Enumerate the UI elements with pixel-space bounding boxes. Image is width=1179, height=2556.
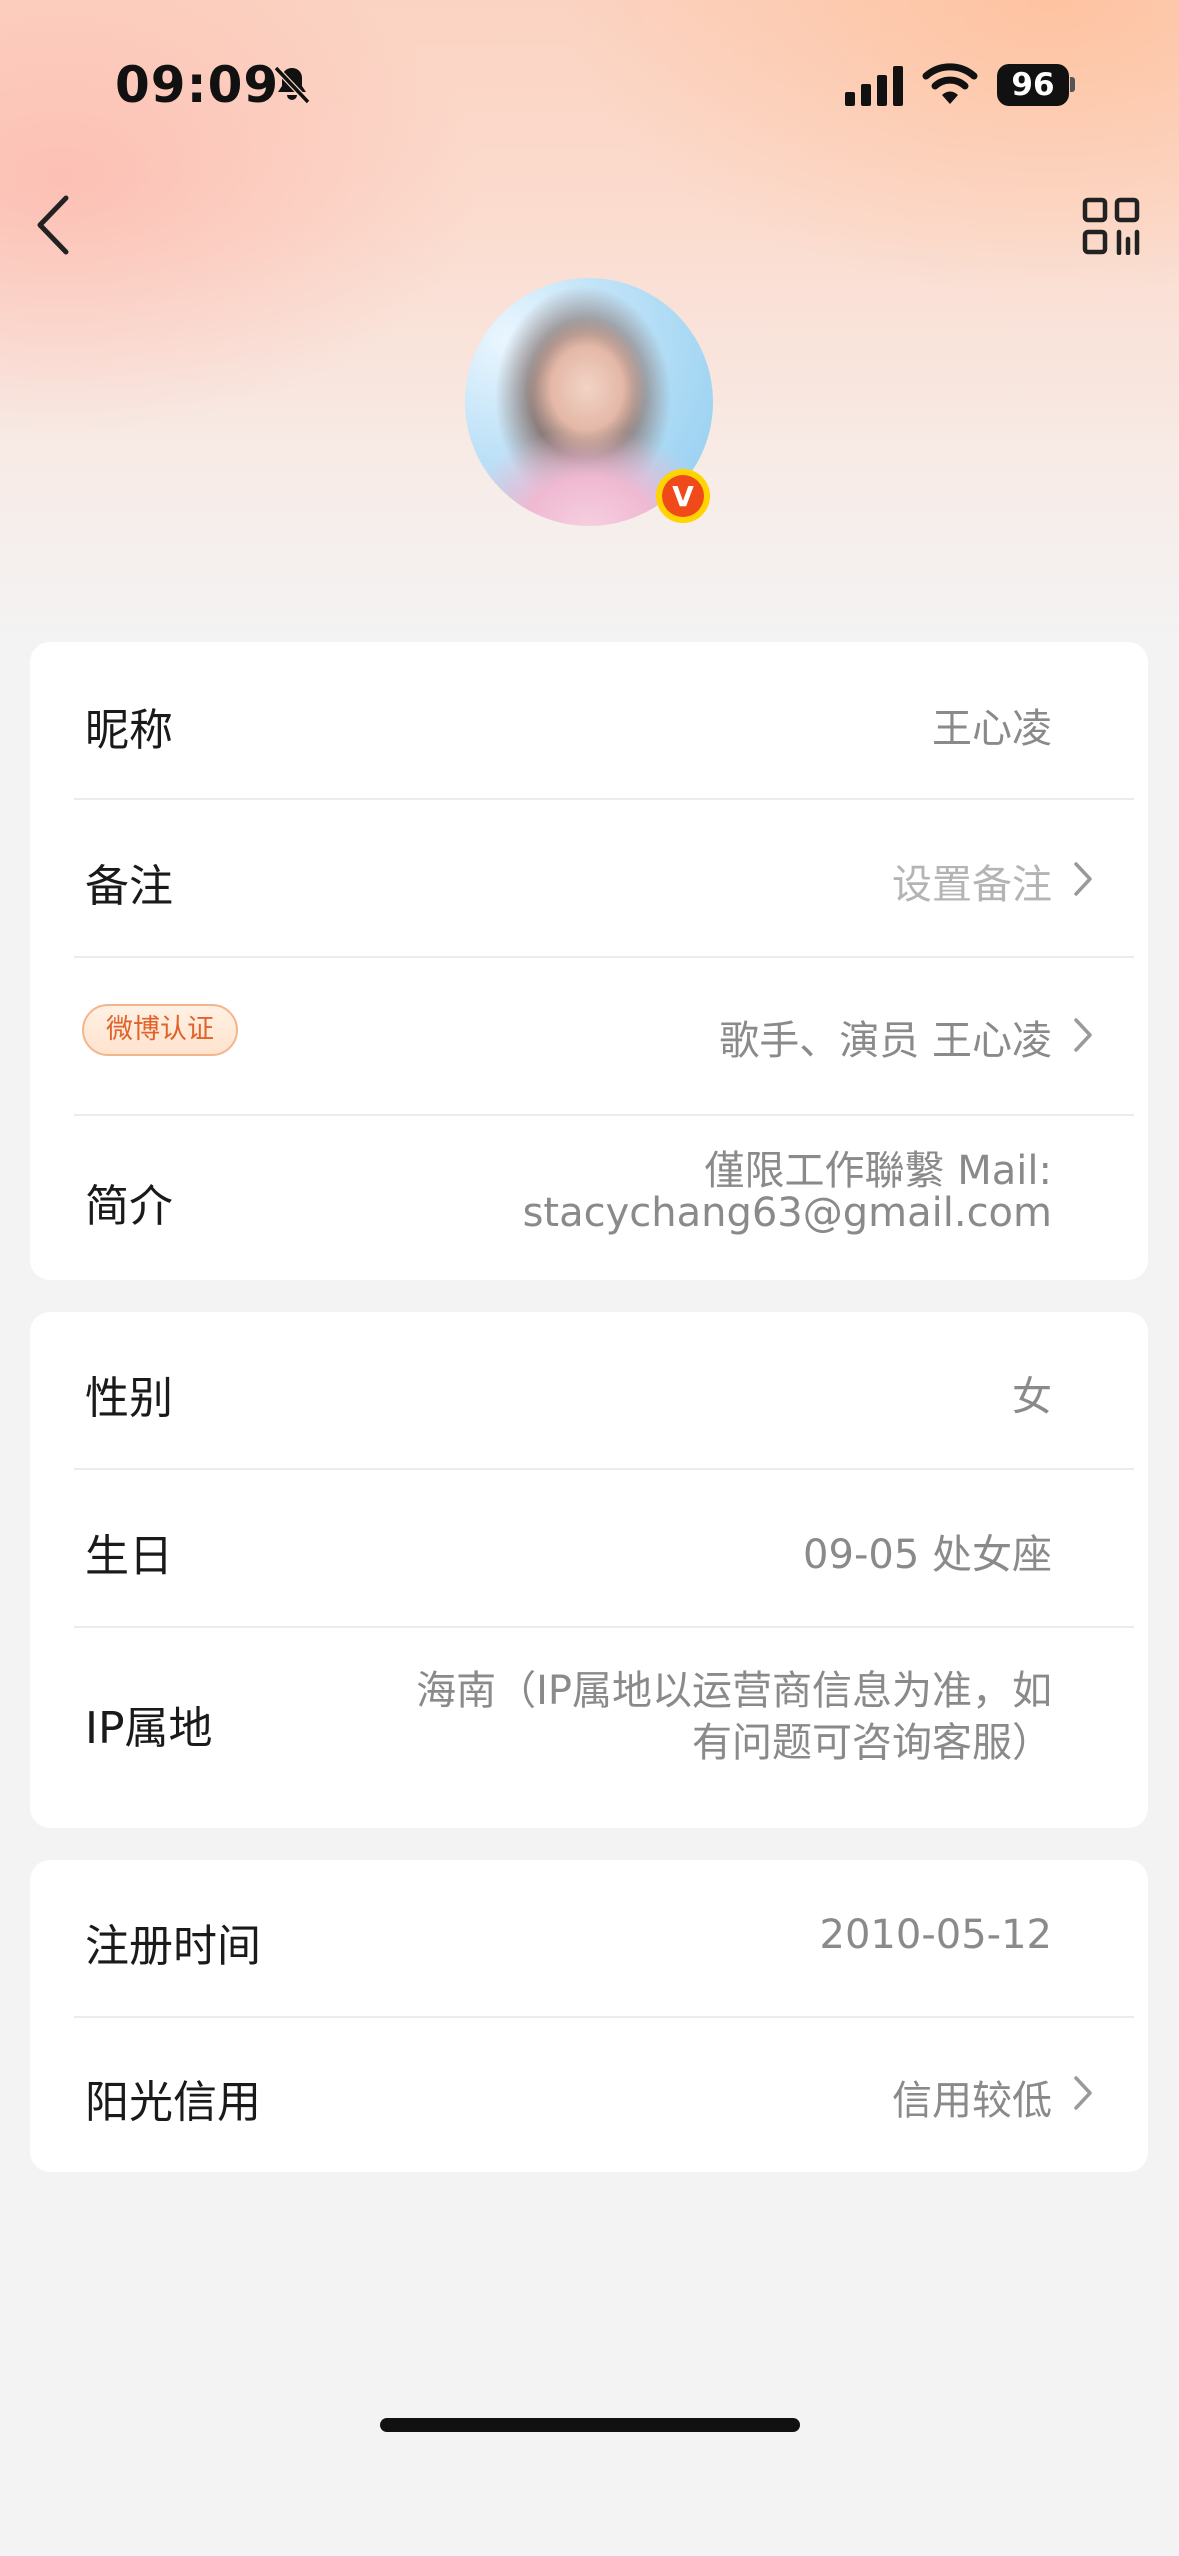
nickname-value: 王心凌 [932,706,1052,752]
back-arrow-icon[interactable] [28,190,78,260]
ip-location-label: IP属地 [85,1703,213,1754]
cellular-signal-icon [845,66,903,106]
chevron-right-icon [1074,1018,1092,1052]
chevron-right-icon [1074,2076,1092,2110]
gender-label: 性别 [85,1373,173,1424]
birthday-label: 生日 [85,1531,173,1582]
sunshine-credit-row[interactable]: 阳光信用 信用较低 [30,2018,1148,2172]
register-time-row: 注册时间 2010-05-12 [30,1860,1148,2016]
weibo-verified-badge: 微博认证 [82,1004,238,1056]
weibo-verification-row[interactable]: 微博认证 歌手、演员 王心凌 [30,958,1148,1114]
ip-location-line-1: 海南（IP属地以运营商信息为准，如 [416,1668,1052,1714]
nickname-row: 昵称 王心凌 [30,642,1148,798]
bio-row: 简介 僅限工作聯繫 Mail: stacychang63@gmail.com [30,1116,1148,1280]
gender-row: 性别 女 [30,1312,1148,1468]
remark-value: 设置备注 [892,862,1052,908]
svg-text:V: V [672,480,694,513]
remark-row[interactable]: 备注 设置备注 [30,800,1148,956]
bell-muted-icon [273,65,311,105]
register-time-label: 注册时间 [85,1921,261,1972]
gender-value: 女 [1012,1374,1052,1420]
home-indicator[interactable] [380,2418,800,2432]
verified-v-badge-icon: V [656,469,710,523]
nickname-label: 昵称 [85,705,173,756]
sunshine-credit-label: 阳光信用 [85,2077,261,2128]
register-time-value: 2010-05-12 [819,1912,1052,1958]
qr-code-icon[interactable] [1082,197,1140,255]
chevron-right-icon [1074,862,1092,896]
ip-location-row: IP属地 海南（IP属地以运营商信息为准，如 有问题可咨询客服） [30,1628,1148,1828]
birthday-row: 生日 09-05 处女座 [30,1470,1148,1626]
battery-indicator: 96 [997,64,1075,106]
sunshine-credit-value: 信用较低 [892,2078,1052,2124]
bio-line-2: stacychang63@gmail.com [522,1190,1052,1236]
bio-line-1: 僅限工作聯繫 Mail: [704,1148,1052,1194]
battery-tip [1070,77,1075,92]
birthday-value: 09-05 处女座 [803,1532,1052,1578]
basic-info-card: 昵称 王心凌 备注 设置备注 微博认证 歌手、演员 王心凌 简介 僅限工作聯繫 … [30,642,1148,1280]
battery-level: 96 [997,64,1069,106]
ip-location-line-2: 有问题可咨询客服） [692,1720,1052,1766]
bio-label: 简介 [85,1181,173,1232]
personal-info-card: 性别 女 生日 09-05 处女座 IP属地 海南（IP属地以运营商信息为准，如… [30,1312,1148,1828]
account-info-card: 注册时间 2010-05-12 阳光信用 信用较低 [30,1860,1148,2172]
remark-label: 备注 [85,861,173,912]
wifi-icon [922,63,978,104]
status-time: 09:09 [115,56,280,114]
status-bar: 09:09 96 [0,0,1179,170]
weibo-verification-value: 歌手、演员 王心凌 [719,1018,1052,1064]
